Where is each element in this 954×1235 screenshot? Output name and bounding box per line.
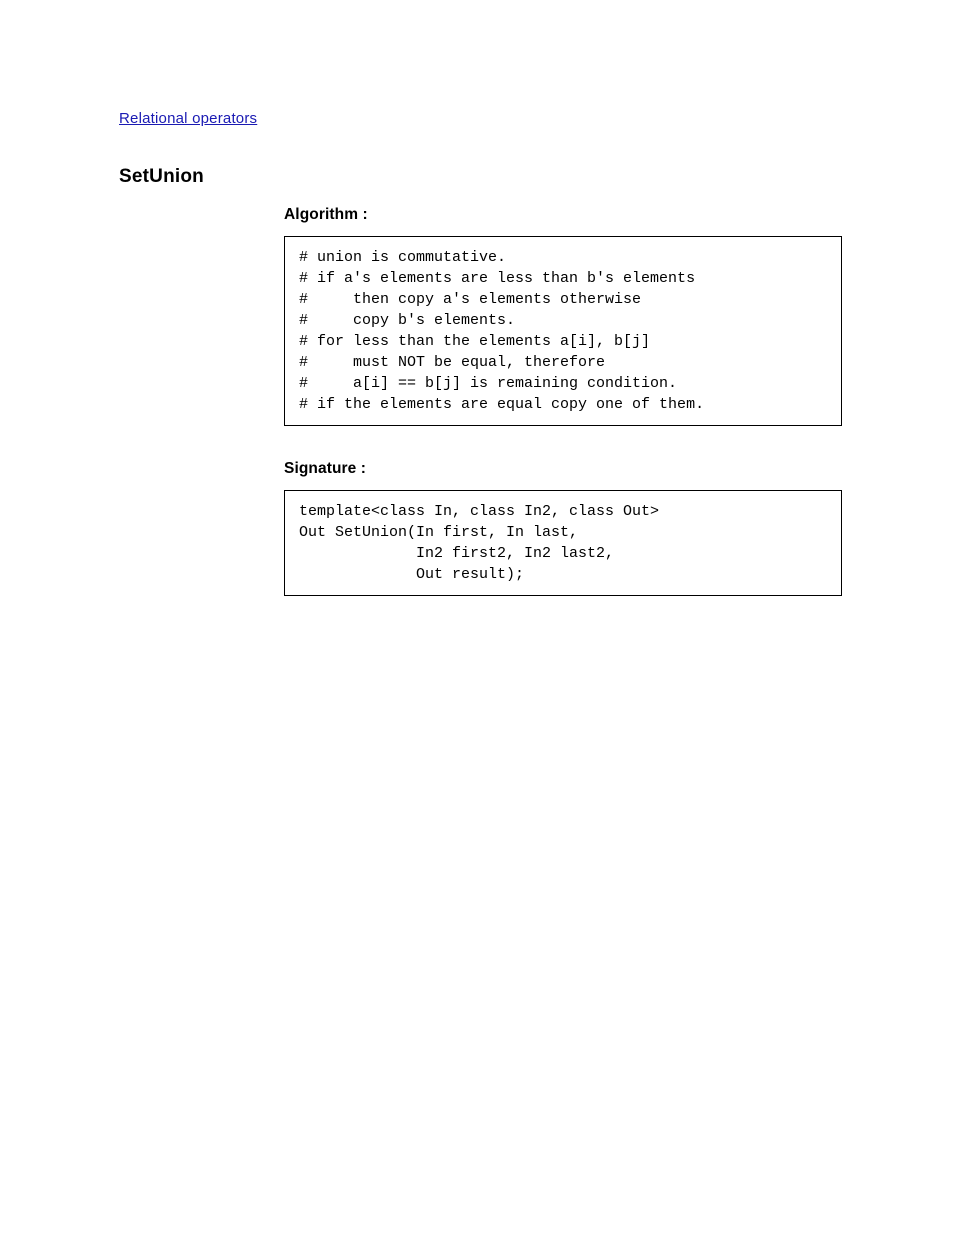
code-line: # if the elements are equal copy one of … — [299, 396, 704, 413]
code-line: template<class In, class In2, class Out> — [299, 503, 659, 520]
code-line: # for less than the elements a[i], b[j] — [299, 333, 650, 350]
code-line: # if a's elements are less than b's elem… — [299, 270, 695, 287]
code-line: Out result); — [299, 566, 524, 583]
code-line: # union is commutative. — [299, 249, 506, 266]
code-line: # copy b's elements. — [299, 312, 515, 329]
code-line: # then copy a's elements otherwise — [299, 291, 641, 308]
code-line: # a[i] == b[j] is remaining condition. — [299, 375, 677, 392]
signature-code-box: template<class In, class In2, class Out>… — [284, 490, 842, 596]
algorithm-code-box: # union is commutative. # if a's element… — [284, 236, 842, 426]
relational-operators-link[interactable]: Relational operators — [119, 110, 257, 127]
algorithm-label: Algorithm : — [284, 206, 844, 224]
code-line: In2 first2, In2 last2, — [299, 545, 614, 562]
code-line: # must NOT be equal, therefore — [299, 354, 605, 371]
signature-label: Signature : — [284, 460, 844, 478]
section-heading: SetUnion — [119, 166, 844, 188]
code-line: Out SetUnion(In first, In last, — [299, 524, 578, 541]
